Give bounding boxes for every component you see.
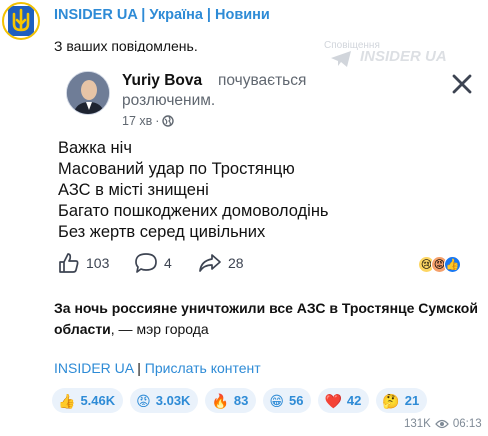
reaction-count: 56 [288, 393, 304, 408]
post-line: АЗС в місті знищені [58, 181, 209, 199]
ukraine-trident-icon [8, 6, 34, 36]
like-count: 103 [86, 255, 110, 271]
close-icon [452, 74, 472, 94]
fire-emoji-icon: 🔥 [211, 392, 229, 409]
channel-avatar[interactable] [2, 2, 40, 40]
dot-separator: · [155, 114, 160, 128]
post-line: Багато пошкоджених домоволодінь [58, 202, 329, 220]
reaction-count: 5.46K [80, 393, 116, 408]
like-badge-icon: 👍 [444, 256, 461, 273]
globe-icon [162, 115, 175, 127]
thumbs-up-emoji-icon: 👍 [58, 392, 76, 409]
reaction-count: 3.03K [155, 393, 191, 408]
watermark-brand-text: INSIDER UA [360, 48, 447, 65]
post-screenshot[interactable]: Yuriy Bova почувається розлюченим. 17 хв… [54, 40, 482, 284]
comment-action: 4 [134, 252, 172, 274]
reaction-thumbs-up[interactable]: 👍 5.46K [52, 388, 124, 413]
author-name: Yuriy Bova [122, 72, 203, 89]
author-avatar [66, 71, 110, 115]
reaction-count: 21 [404, 393, 420, 408]
reaction-count: 83 [233, 393, 249, 408]
message-time: 06:13 [452, 418, 482, 430]
eye-icon [435, 419, 449, 429]
thinking-emoji-icon: 🤔 [382, 392, 400, 409]
share-action: 28 [198, 252, 244, 274]
channel-link[interactable]: INSIDER UA [54, 360, 133, 376]
post-line: Без жертв серед цивільних [58, 223, 266, 241]
grin-emoji-icon: 😁 [269, 392, 284, 409]
channel-title[interactable]: INSIDER UA | Україна | Новини [54, 7, 270, 23]
heart-emoji-icon: ❤️ [324, 392, 342, 409]
feeling-text: почувається [218, 72, 307, 89]
comment-count: 4 [164, 255, 172, 271]
message-caption: За ночь россияне уничтожили все АЗС в Тр… [54, 298, 482, 340]
post-reaction-icons: 😢 😡 👍 [418, 256, 461, 273]
thumbs-up-icon [59, 253, 79, 273]
angry-emoji-icon: 😡 [136, 392, 151, 409]
post-line: Масований удар по Тростянцю [58, 160, 295, 178]
post-time: 17 хв · [122, 114, 175, 128]
reaction-thinking[interactable]: 🤔 21 [376, 388, 428, 413]
link-separator: | [133, 360, 145, 376]
telegram-plane-icon [331, 51, 351, 67]
reaction-grin[interactable]: 😁 56 [263, 388, 312, 413]
message-links: INSIDER UA | Прислать контент [54, 360, 261, 376]
comment-icon [135, 253, 157, 273]
reaction-count: 42 [346, 393, 362, 408]
feeling-text-2: розлюченим. [122, 92, 216, 109]
reaction-angry[interactable]: 😡 3.03K [130, 388, 199, 413]
submit-content-link[interactable]: Прислать контент [145, 360, 261, 376]
caption-rest: , — мэр города [110, 321, 209, 337]
post-time-label: 17 хв [122, 114, 153, 128]
like-action: 103 [58, 252, 109, 274]
post-line: Важка ніч [58, 139, 132, 157]
view-count: 131K [404, 418, 431, 430]
message-meta: 131K 06:13 [404, 418, 482, 430]
post-actions: 103 4 28 😢 😡 👍 [58, 252, 478, 278]
post-text: Важка ніч Масований удар по Тростянцю АЗ… [58, 138, 329, 243]
share-icon [199, 254, 221, 272]
share-count: 28 [228, 255, 244, 271]
reaction-heart[interactable]: ❤️ 42 [318, 388, 370, 413]
reaction-fire[interactable]: 🔥 83 [205, 388, 257, 413]
reactions-bar: 👍 5.46K 😡 3.03K 🔥 83 😁 56 ❤️ 42 🤔 21 [52, 388, 428, 413]
